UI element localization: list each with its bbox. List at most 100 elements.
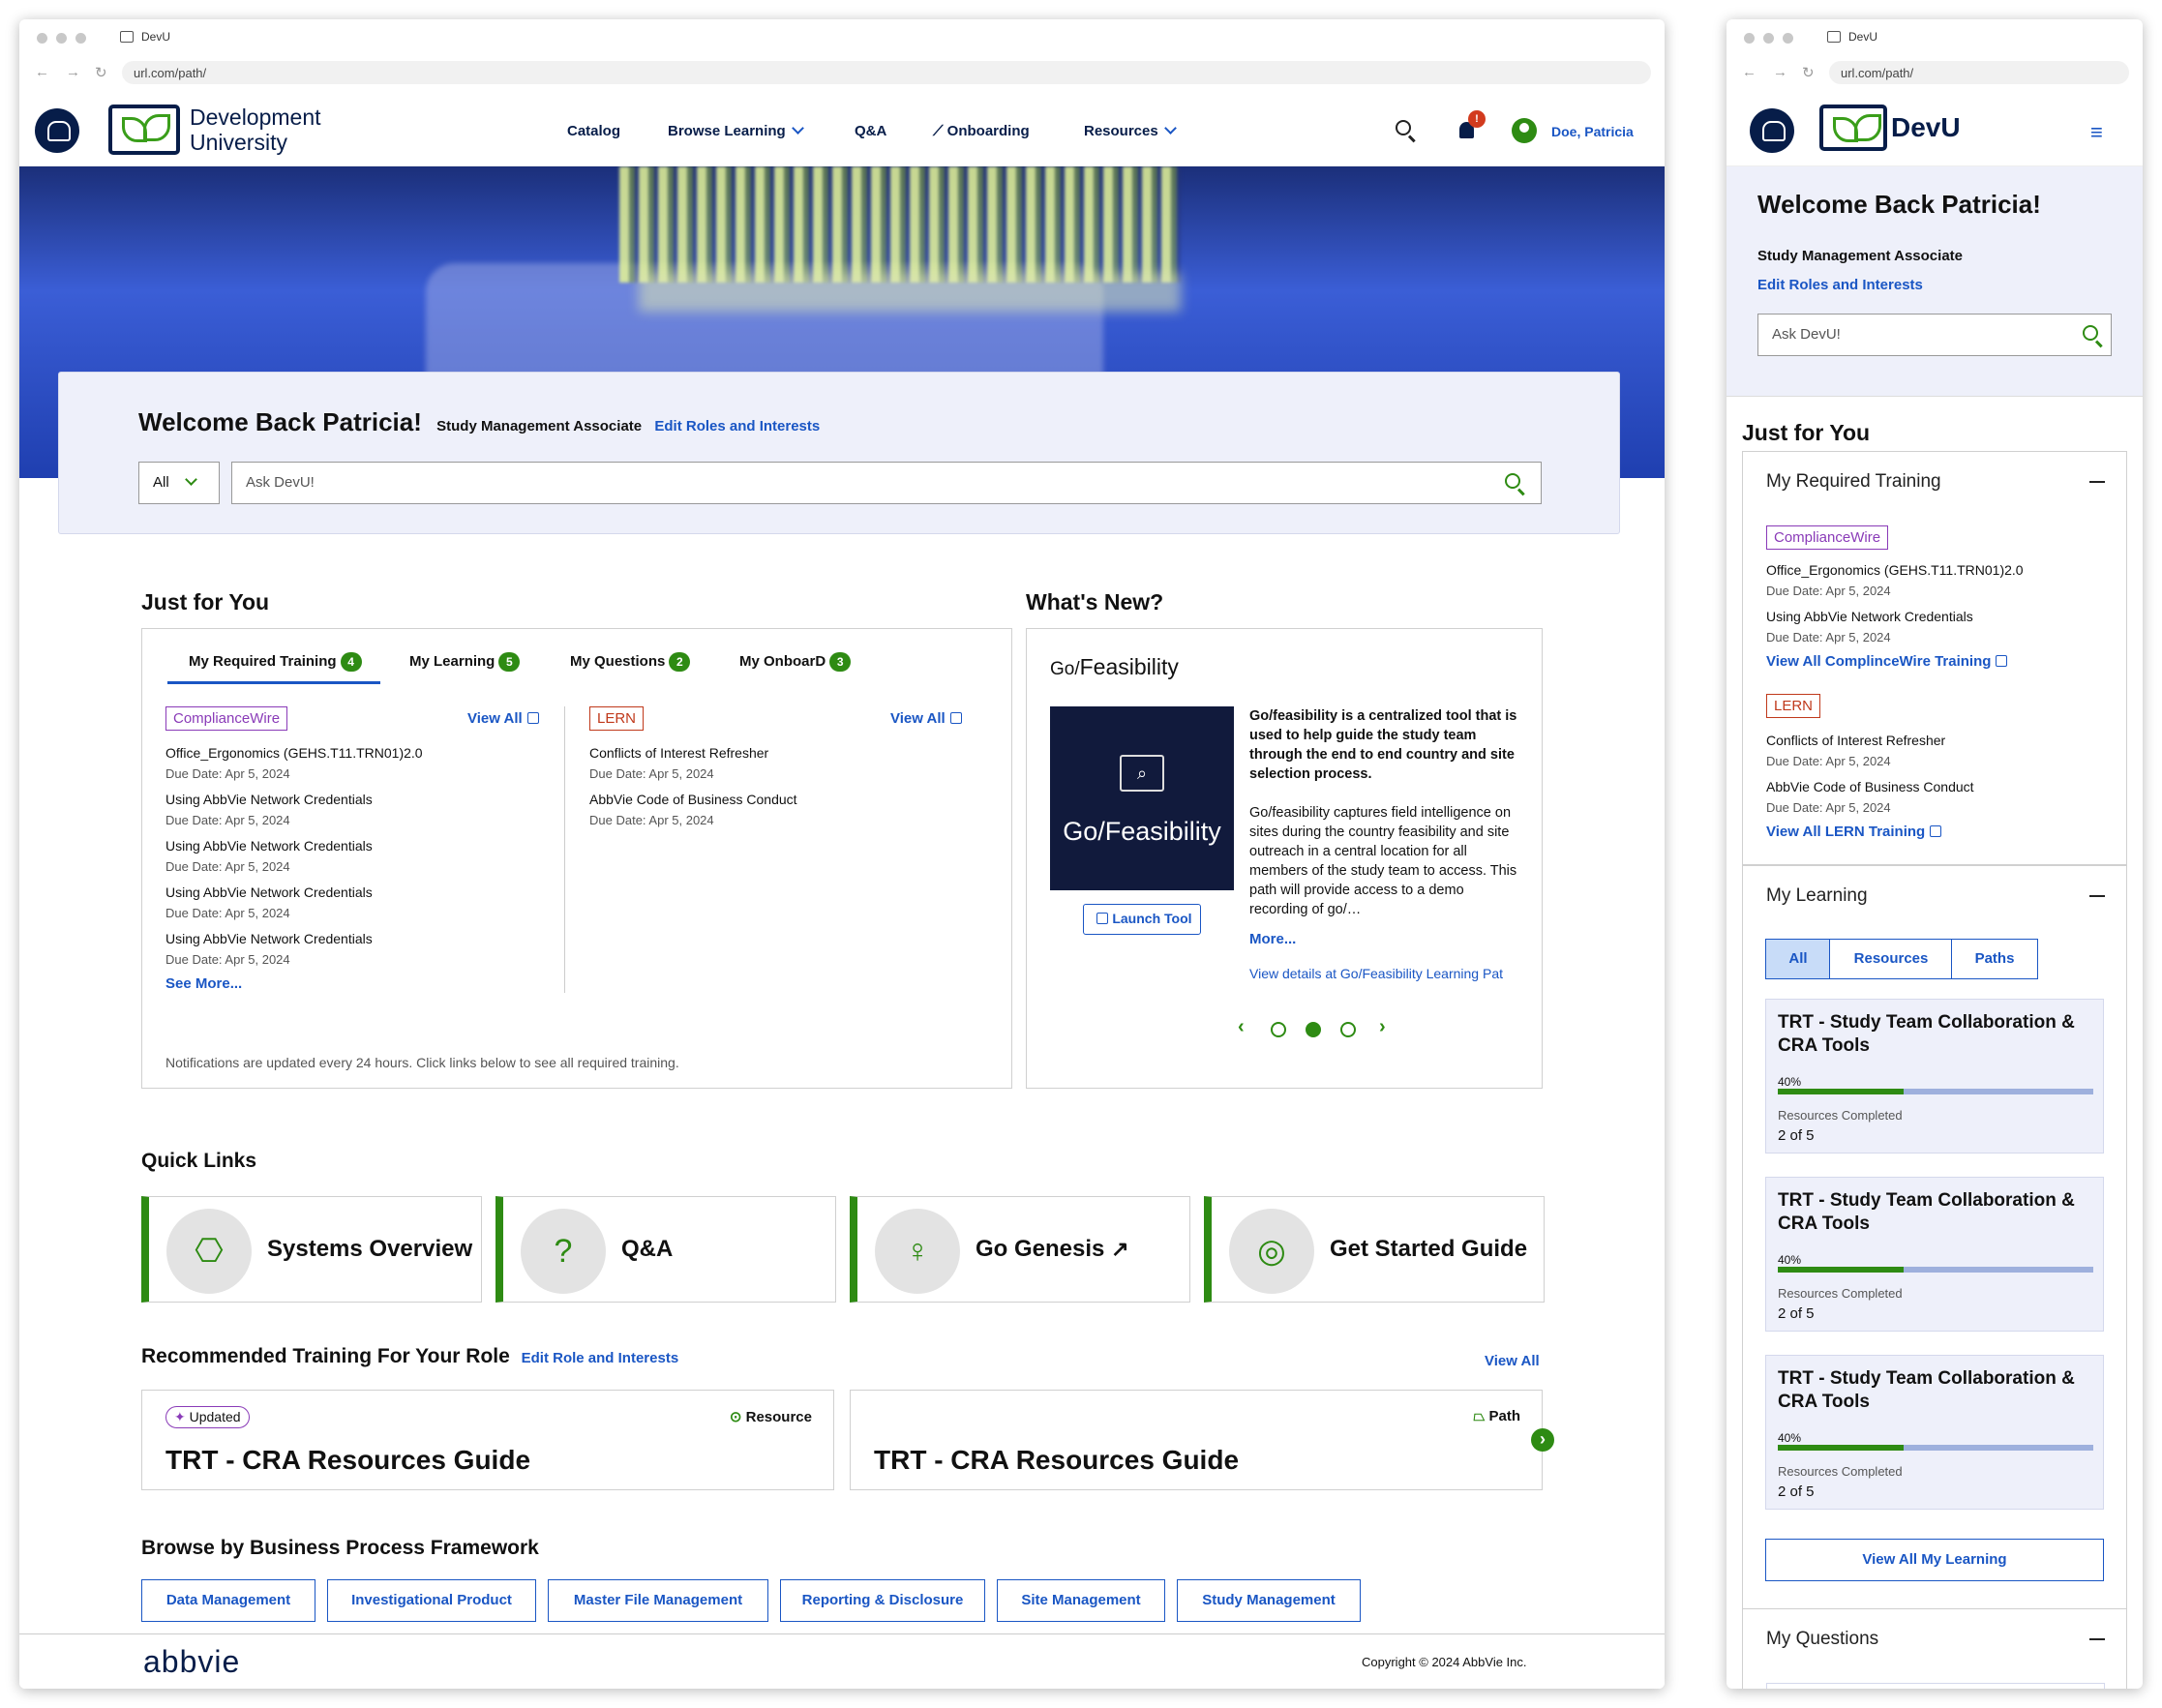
bpf-reporting-disclosure[interactable]: Reporting & Disclosure — [780, 1579, 985, 1622]
accordion-header[interactable]: My Required Training — [1766, 471, 1941, 493]
abbvie-logo[interactable]: abbvie — [143, 1644, 240, 1680]
nav-browse-learning[interactable]: Browse Learning — [668, 122, 804, 139]
count-badge: 2 — [669, 652, 691, 672]
nav-catalog[interactable]: Catalog — [567, 123, 620, 139]
list-item[interactable]: AbbVie Code of Business Conduct — [589, 792, 797, 807]
chevron-down-icon — [184, 473, 197, 486]
cw-view-all-link[interactable]: View All ComplinceWire Training — [1766, 653, 2008, 670]
carousel-next-icon[interactable]: › — [1379, 1016, 1386, 1038]
carousel-prev-icon[interactable]: ‹ — [1238, 1016, 1245, 1038]
hamburger-menu-icon[interactable]: ≡ — [2090, 120, 2103, 145]
back-arrow-icon[interactable]: ← — [1742, 64, 1757, 80]
search-icon[interactable] — [2083, 325, 2098, 341]
required-training-accordion: My Required Training ComplianceWire Offi… — [1742, 451, 2127, 865]
browser-tab[interactable]: DevU — [120, 30, 170, 44]
forward-arrow-icon[interactable]: → — [66, 64, 80, 80]
lern-view-all-link[interactable]: View All LERN Training — [1766, 824, 1942, 840]
nav-onboarding[interactable]: ⟋ Onboarding — [933, 123, 1030, 139]
bpf-master-file-management[interactable]: Master File Management — [548, 1579, 768, 1622]
user-name-link[interactable]: Doe, Patricia — [1551, 124, 1634, 139]
filter-all[interactable]: All — [1765, 939, 1831, 979]
quick-links-heading: Quick Links — [141, 1150, 257, 1172]
list-item[interactable]: Using AbbVie Network Credentials — [1766, 609, 1973, 624]
tab-my-questions[interactable]: My Questions 2 — [570, 652, 691, 672]
learning-card[interactable]: TRT - Study Team Collaboration & CRA Too… — [1765, 1177, 2104, 1332]
carousel-next-icon[interactable]: › — [1531, 1428, 1554, 1452]
tab-my-onboard[interactable]: My OnboarD 3 — [739, 652, 852, 672]
search-input[interactable]: Ask DevU! — [231, 462, 1542, 504]
launch-tool-button[interactable]: Launch Tool — [1083, 904, 1201, 935]
bpf-study-management[interactable]: Study Management — [1177, 1579, 1361, 1622]
edit-roles-link[interactable]: Edit Roles and Interests — [1757, 277, 1923, 293]
list-item[interactable]: AbbVie Code of Business Conduct — [1766, 779, 1974, 794]
recommended-card[interactable]: ✦ Updated ⊙ Resource TRT - CRA Resources… — [141, 1390, 834, 1490]
lern-view-all-link[interactable]: View All — [890, 710, 962, 727]
list-item[interactable]: Using AbbVie Network Credentials — [165, 931, 373, 946]
search-icon[interactable] — [1396, 120, 1411, 135]
more-link[interactable]: More... — [1249, 931, 1296, 947]
quick-link-qa[interactable]: ? Q&A — [495, 1196, 836, 1303]
search-icon[interactable] — [1505, 473, 1520, 489]
accordion-header[interactable]: My Learning — [1766, 885, 1868, 907]
tab-my-learning[interactable]: My Learning 5 — [409, 652, 521, 672]
filter-resources[interactable]: Resources — [1829, 939, 1953, 979]
bpf-site-management[interactable]: Site Management — [997, 1579, 1165, 1622]
edit-role-link[interactable]: Edit Role and Interests — [522, 1350, 679, 1366]
collapse-icon[interactable] — [2089, 481, 2105, 483]
url-field[interactable]: url.com/path/ — [1829, 61, 2129, 84]
quick-link-systems-overview[interactable]: ⎔ Systems Overview — [141, 1196, 482, 1303]
back-arrow-icon[interactable]: ← — [35, 64, 49, 80]
mobile-window: DevU ← → ↻ url.com/path/ DevU ≡ Welcome … — [1727, 19, 2143, 1689]
list-item[interactable]: Office_Ergonomics (GEHS.T11.TRN01)2.0 — [165, 745, 423, 761]
site-brand-name[interactable]: Development University — [190, 105, 321, 155]
reload-icon[interactable]: ↻ — [1802, 64, 1815, 81]
carousel-dot-active[interactable] — [1306, 1022, 1321, 1037]
list-item[interactable]: Office_Ergonomics (GEHS.T11.TRN01)2.0 — [1766, 562, 2024, 578]
abbvie-a-logo[interactable] — [1750, 108, 1794, 153]
view-all-learning-button[interactable]: View All My Learning — [1765, 1539, 2104, 1581]
nav-onboarding-label: Onboarding — [946, 123, 1030, 139]
edit-roles-link[interactable]: Edit Roles and Interests — [654, 418, 820, 434]
nav-qa[interactable]: Q&A — [855, 123, 886, 139]
search-input[interactable]: Ask DevU! — [1757, 314, 2112, 356]
cw-view-all-link[interactable]: View All — [467, 710, 539, 727]
recommended-card[interactable]: ⏢ Path TRT - CRA Resources Guide — [850, 1390, 1543, 1490]
collapse-icon[interactable] — [2089, 895, 2105, 897]
browser-tab[interactable]: DevU — [1827, 30, 1877, 44]
user-avatar-icon[interactable] — [1512, 118, 1537, 143]
resources-value: 2 of 5 — [1778, 1127, 1815, 1144]
devu-brand[interactable]: DevU — [1891, 112, 1961, 143]
quick-link-get-started[interactable]: ◎ Get Started Guide — [1204, 1196, 1545, 1303]
nav-resources[interactable]: Resources — [1084, 122, 1177, 139]
recommended-view-all[interactable]: View All — [1485, 1353, 1540, 1369]
search-filter-select[interactable]: All — [138, 462, 220, 504]
list-item[interactable]: Using AbbVie Network Credentials — [165, 838, 373, 854]
carousel-dot[interactable] — [1271, 1022, 1286, 1037]
list-item[interactable]: Conflicts of Interest Refresher — [589, 745, 768, 761]
quick-link-go-genesis[interactable]: ♀ Go Genesis ↗ — [850, 1196, 1190, 1303]
question-card[interactable] — [1766, 1683, 2105, 1689]
list-item[interactable]: Using AbbVie Network Credentials — [165, 792, 373, 807]
devu-logo-icon[interactable] — [1819, 105, 1887, 151]
url-field[interactable]: url.com/path/ — [122, 61, 1651, 84]
window-controls[interactable] — [37, 33, 86, 44]
filter-paths[interactable]: Paths — [1951, 939, 2038, 979]
see-more-link[interactable]: See More... — [165, 975, 242, 992]
go-feasibility-tile[interactable]: ⌕ Go/Feasibility — [1050, 706, 1234, 890]
abbvie-a-logo[interactable] — [35, 108, 79, 153]
tab-required-training[interactable]: My Required Training 4 — [189, 652, 362, 672]
view-details-link[interactable]: View details at Go/Feasibility Learning … — [1249, 966, 1503, 981]
learning-card[interactable]: TRT - Study Team Collaboration & CRA Too… — [1765, 1355, 2104, 1510]
bpf-investigational-product[interactable]: Investigational Product — [327, 1579, 536, 1622]
list-item[interactable]: Using AbbVie Network Credentials — [165, 884, 373, 900]
window-controls[interactable] — [1744, 33, 1793, 44]
carousel-dot[interactable] — [1340, 1022, 1356, 1037]
accordion-header[interactable]: My Questions — [1766, 1629, 1878, 1650]
forward-arrow-icon[interactable]: → — [1773, 64, 1787, 80]
devu-logo-icon[interactable] — [108, 105, 180, 155]
list-item[interactable]: Conflicts of Interest Refresher — [1766, 733, 1945, 748]
learning-card[interactable]: TRT - Study Team Collaboration & CRA Too… — [1765, 999, 2104, 1154]
reload-icon[interactable]: ↻ — [95, 64, 107, 81]
collapse-icon[interactable] — [2089, 1638, 2105, 1640]
bpf-data-management[interactable]: Data Management — [141, 1579, 315, 1622]
